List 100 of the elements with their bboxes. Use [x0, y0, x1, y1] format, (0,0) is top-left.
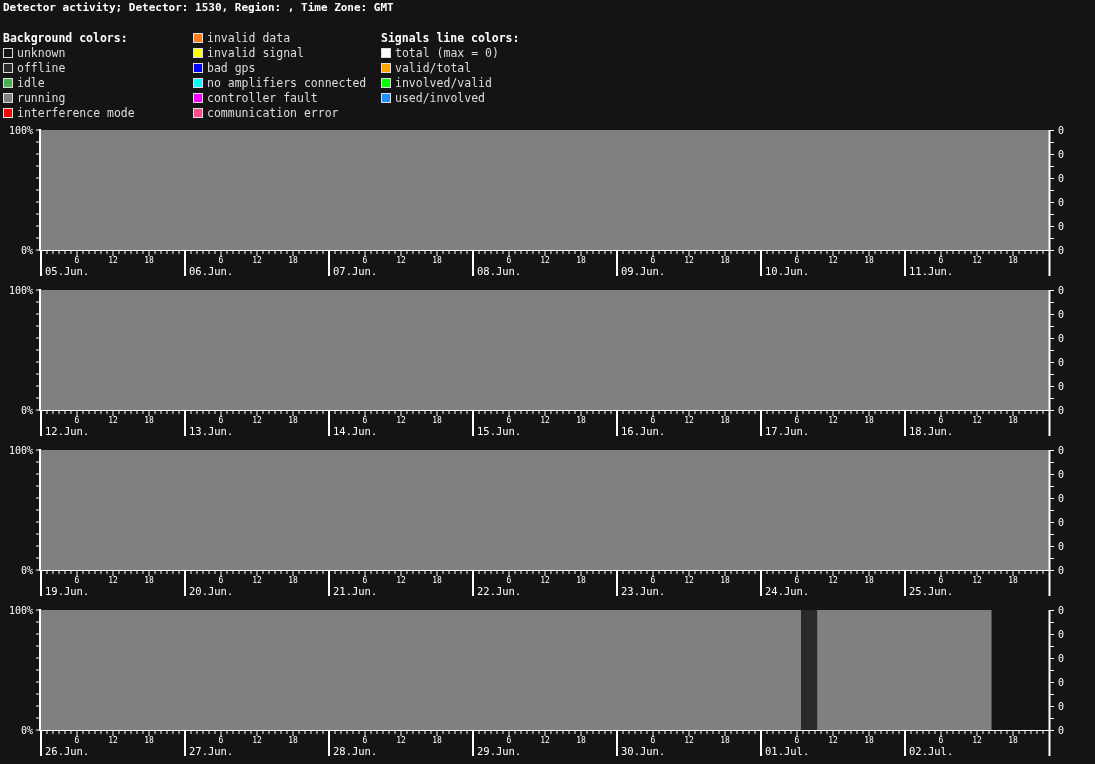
- hour-label: 6: [794, 256, 800, 265]
- day-label: 09.Jun.: [621, 265, 666, 277]
- hour-label: 18: [864, 736, 874, 745]
- hour-label: 18: [288, 416, 298, 425]
- hour-label: 18: [288, 576, 298, 585]
- axis-label: 0%: [20, 725, 33, 736]
- hour-label: 12: [108, 736, 118, 745]
- hour-label: 12: [396, 576, 406, 585]
- hour-label: 12: [396, 736, 406, 745]
- hour-label: 6: [74, 256, 80, 265]
- hour-label: 12: [108, 256, 118, 265]
- hour-label: 6: [362, 736, 368, 745]
- day-label: 30.Jun.: [621, 745, 666, 757]
- day-label: 20.Jun.: [189, 585, 234, 597]
- axis-label: 0%: [20, 405, 33, 416]
- hour-label: 6: [506, 256, 512, 265]
- legend-label: no amplifiers connected: [207, 75, 367, 90]
- day-label: 22.Jun.: [477, 585, 522, 597]
- hour-label: 6: [506, 416, 512, 425]
- day-label: 11.Jun.: [909, 265, 954, 277]
- legend-label: running: [17, 90, 66, 105]
- axis-label: 0: [1058, 677, 1065, 688]
- legend-label: offline: [17, 60, 66, 75]
- legend-label: interference mode: [17, 105, 135, 120]
- legend-heading: Background colors:: [3, 30, 128, 45]
- legend-label: bad gps: [207, 60, 256, 75]
- hour-label: 18: [432, 256, 442, 265]
- hour-label: 12: [684, 736, 694, 745]
- hour-label: 18: [576, 576, 586, 585]
- axis-label: 0: [1058, 381, 1065, 392]
- day-label: 19.Jun.: [45, 585, 90, 597]
- hour-label: 18: [432, 736, 442, 745]
- hour-label: 12: [540, 576, 550, 585]
- axis-label: 0: [1058, 149, 1065, 160]
- legend-label: invalid signal: [207, 45, 304, 60]
- hour-label: 12: [540, 256, 550, 265]
- axis-label: 0%: [20, 565, 33, 576]
- hour-label: 6: [218, 416, 224, 425]
- hour-label: 18: [144, 576, 154, 585]
- hour-label: 12: [252, 416, 262, 425]
- day-label: 07.Jun.: [333, 265, 378, 277]
- hour-label: 18: [864, 416, 874, 425]
- axis-label: 0: [1058, 605, 1065, 616]
- day-label: 26.Jun.: [45, 745, 90, 757]
- hour-label: 6: [362, 256, 368, 265]
- axis-label: 0: [1058, 197, 1065, 208]
- day-label: 25.Jun.: [909, 585, 954, 597]
- hour-label: 6: [362, 416, 368, 425]
- day-label: 14.Jun.: [333, 425, 378, 437]
- day-label: 15.Jun.: [477, 425, 522, 437]
- hour-label: 6: [938, 576, 944, 585]
- hour-label: 18: [864, 576, 874, 585]
- hour-label: 6: [650, 736, 656, 745]
- hour-label: 18: [576, 256, 586, 265]
- hour-label: 6: [938, 256, 944, 265]
- day-label: 23.Jun.: [621, 585, 666, 597]
- day-label: 28.Jun.: [333, 745, 378, 757]
- hour-label: 6: [794, 736, 800, 745]
- axis-label: 0: [1058, 701, 1065, 712]
- hour-label: 12: [540, 416, 550, 425]
- legend-label: valid/total: [395, 60, 472, 75]
- hour-label: 18: [288, 256, 298, 265]
- axis-label: 0: [1058, 285, 1065, 296]
- hour-label: 12: [828, 256, 838, 265]
- hour-label: 6: [362, 576, 368, 585]
- hour-label: 18: [144, 736, 154, 745]
- page-title: Detector activity; Detector: 1530, Region: , Time Zone: GMT: [2, 0, 395, 16]
- axis-label: 0: [1058, 221, 1065, 232]
- hour-label: 6: [74, 576, 80, 585]
- day-label: 13.Jun.: [189, 425, 234, 437]
- hour-label: 18: [720, 576, 730, 585]
- axis-label: 0: [1058, 357, 1065, 368]
- hour-label: 6: [218, 736, 224, 745]
- hour-label: 6: [74, 736, 80, 745]
- day-label: 01.Jul.: [765, 745, 810, 757]
- legend-label: total (max = 0): [395, 45, 499, 60]
- hour-label: 18: [432, 416, 442, 425]
- hour-label: 18: [864, 256, 874, 265]
- hour-label: 12: [684, 256, 694, 265]
- hour-label: 6: [506, 736, 512, 745]
- hour-label: 12: [972, 576, 982, 585]
- hour-label: 6: [506, 576, 512, 585]
- hour-label: 18: [720, 416, 730, 425]
- hour-label: 18: [1008, 416, 1018, 425]
- hour-label: 18: [144, 256, 154, 265]
- hour-label: 12: [972, 736, 982, 745]
- hour-label: 6: [938, 736, 944, 745]
- hour-label: 12: [828, 736, 838, 745]
- hour-label: 6: [650, 416, 656, 425]
- axis-label: 0: [1058, 653, 1065, 664]
- day-label: 12.Jun.: [45, 425, 90, 437]
- hour-label: 6: [794, 576, 800, 585]
- hour-label: 12: [540, 736, 550, 745]
- hour-label: 12: [396, 256, 406, 265]
- legend-label: unknown: [17, 45, 66, 60]
- axis-label: 0: [1058, 725, 1065, 736]
- axis-label: 0%: [20, 245, 33, 256]
- hour-label: 6: [650, 256, 656, 265]
- hour-label: 6: [218, 256, 224, 265]
- hour-label: 12: [396, 416, 406, 425]
